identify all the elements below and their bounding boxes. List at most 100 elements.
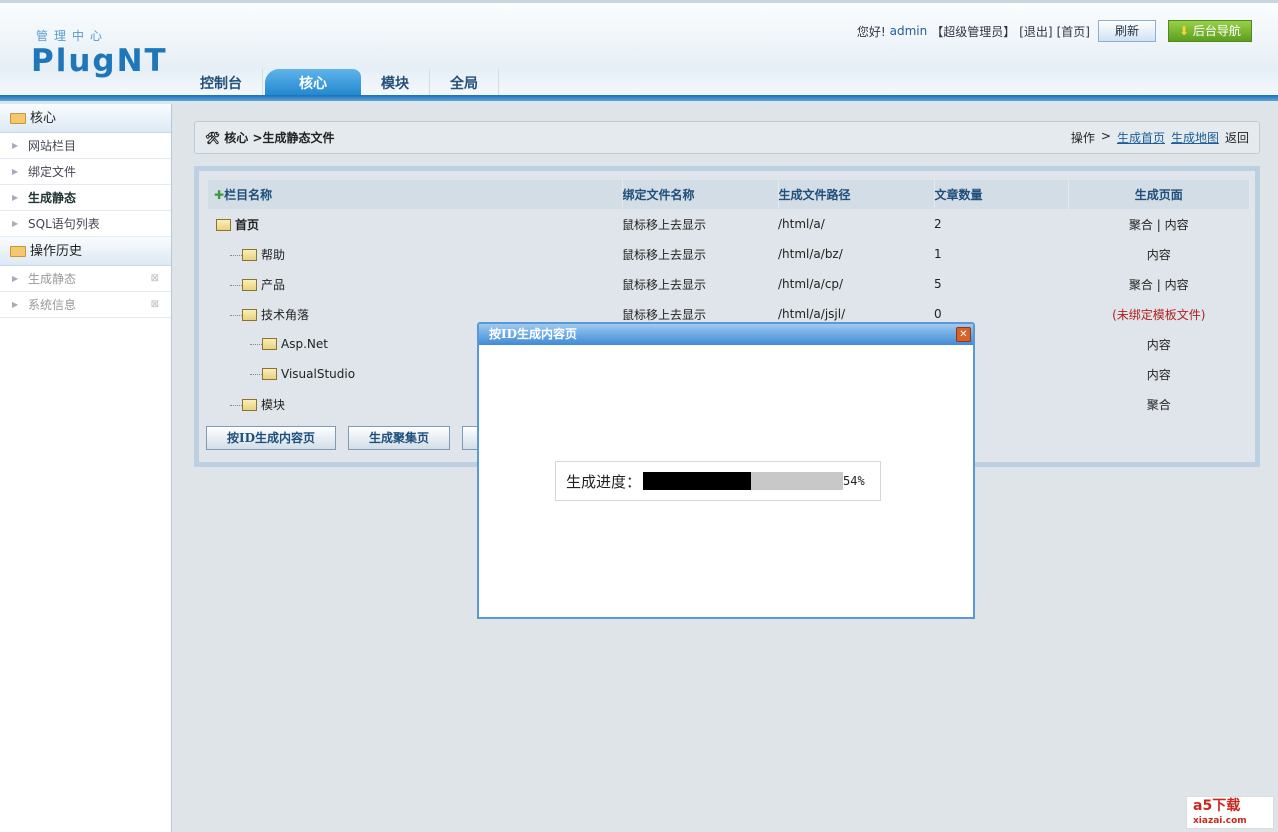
row-generate[interactable]: 聚合 | 内容 [1068, 269, 1250, 299]
action-buttons: 按ID生成内容页 生成聚集页 [206, 426, 505, 450]
row-bind: 鼠标移上去显示 [622, 247, 707, 262]
logo: PlugNT [31, 43, 168, 79]
row-count: 1 [934, 247, 942, 261]
logout-link[interactable]: [退出] [1019, 23, 1052, 40]
item-label: 绑定文件 [28, 164, 77, 179]
tools-icon: 🛠 [205, 130, 221, 145]
row-name[interactable]: 模块 [261, 398, 285, 412]
item-label: 生成静态 [28, 271, 77, 286]
ops-label: 操作 [1070, 131, 1095, 145]
backend-nav-label: 后台导航 [1192, 24, 1241, 38]
row-name[interactable]: 技术角落 [261, 308, 309, 322]
breadcrumb-sep: > [252, 130, 263, 145]
sidebar-group-core[interactable]: 核心 [0, 104, 171, 133]
row-name[interactable]: VisualStudio [281, 367, 355, 381]
progress-text: 54% [843, 474, 865, 488]
row-name[interactable]: 帮助 [261, 248, 285, 262]
item-label: 网站栏目 [28, 138, 77, 153]
col-count: 文章数量 [934, 180, 1069, 209]
generate-by-id-button[interactable]: 按ID生成内容页 [206, 426, 337, 450]
row-count: 2 [934, 217, 942, 231]
row-path: /html/a/ [778, 217, 825, 231]
arrow-icon: ▶ [12, 273, 19, 283]
arrow-icon: ▶ [12, 192, 19, 202]
folder-icon [242, 398, 257, 411]
folder-icon [242, 248, 257, 261]
home-link[interactable]: [首页] [1057, 23, 1090, 40]
row-name[interactable]: Asp.Net [281, 337, 328, 351]
sidebar-item-bind-files[interactable]: ▶ 绑定文件 [0, 159, 171, 185]
folder-icon [242, 308, 257, 321]
user-bar: 您好! admin 【超级管理员】 [退出] [首页] 刷新 ⬇ 后台导航 [857, 20, 1252, 42]
close-icon[interactable]: ⊠ [151, 266, 159, 292]
puzzle-icon: ✚ [214, 188, 225, 202]
folder-icon [262, 368, 277, 380]
tree-line [230, 254, 242, 256]
row-generate[interactable]: 聚合 | 内容 [1068, 209, 1250, 239]
col-generate: 生成页面 [1068, 180, 1250, 209]
tree-line [250, 374, 262, 375]
row-generate[interactable]: (未绑定模板文件) [1068, 299, 1250, 329]
sidebar-group-history[interactable]: 操作历史 [0, 237, 171, 266]
breadcrumb: 🛠 核心 > 生成静态文件 操作 > 生成首页 生成地图 返回 [194, 121, 1260, 154]
role: 【超级管理员】 [931, 24, 1016, 39]
table-row: 帮助 鼠标移上去显示 /html/a/bz/ 1 内容 [208, 239, 1250, 269]
history-item[interactable]: ▶ 系统信息 ⊠ [0, 292, 171, 318]
operations: 操作 > 生成首页 生成地图 返回 [1071, 129, 1249, 146]
col-path: 生成文件路径 [778, 180, 935, 209]
row-generate[interactable]: 内容 [1068, 239, 1250, 269]
tree-line [230, 404, 242, 406]
row-bind: 鼠标移上去显示 [622, 217, 707, 232]
sidebar-item-sql-list[interactable]: ▶ SQL语句列表 [0, 211, 171, 237]
header: 管理中心 PlugNT 控制台 核心 模块 全局 您好! admin 【超级管理… [0, 0, 1278, 99]
username: admin [889, 24, 928, 38]
row-name[interactable]: 首页 [235, 218, 259, 232]
dialog-title: 按ID生成内容页 [479, 324, 973, 345]
folder-open-icon [216, 218, 231, 231]
group-label: 操作历史 [30, 243, 83, 259]
tree-line [230, 284, 242, 286]
progress-box: 生成进度： 54% [555, 461, 881, 501]
greeting: 您好! [856, 24, 886, 39]
sidebar-item-generate-static[interactable]: ▶ 生成静态 [0, 185, 171, 211]
generate-aggregate-button[interactable]: 生成聚集页 [348, 426, 451, 450]
progress-bar [643, 472, 844, 490]
group-label: 核心 [30, 110, 57, 126]
progress-label: 生成进度： [566, 472, 642, 491]
logo-subtitle: 管理中心 [36, 29, 109, 43]
row-generate[interactable]: 聚合 [1068, 389, 1250, 419]
row-name[interactable]: 产品 [261, 278, 285, 292]
tree-line [250, 344, 262, 345]
folder-icon [10, 112, 26, 124]
history-folder-icon [10, 245, 26, 257]
back-link[interactable]: 返回 [1225, 129, 1249, 146]
row-path: /html/a/cp/ [778, 277, 844, 291]
breadcrumb-root: 核心 [224, 131, 249, 145]
row-generate[interactable]: 内容 [1068, 359, 1250, 389]
close-icon[interactable]: ⊠ [151, 292, 159, 318]
folder-icon [242, 278, 257, 291]
refresh-button[interactable]: 刷新 [1098, 20, 1156, 42]
item-label: 生成静态 [28, 190, 77, 205]
generate-sitemap-link[interactable]: 生成地图 [1171, 129, 1219, 146]
item-label: SQL语句列表 [28, 216, 100, 231]
history-item[interactable]: ▶ 生成静态 ⊠ [0, 266, 171, 292]
row-generate[interactable]: 内容 [1068, 329, 1250, 359]
arrow-icon: ▶ [12, 218, 19, 228]
item-label: 系统信息 [28, 297, 77, 312]
arrow-icon: ▶ [12, 166, 19, 176]
watermark-logo: a5下载 xiazai.com [1186, 796, 1274, 829]
backend-nav-button[interactable]: ⬇ 后台导航 [1168, 20, 1252, 42]
header-divider [0, 95, 1278, 101]
progress-dialog: 按ID生成内容页 ✕ 生成进度： 54% [477, 322, 975, 619]
col-bind: 绑定文件名称 [622, 180, 779, 209]
tree-line [230, 314, 242, 316]
row-count: 5 [934, 277, 942, 291]
sidebar-item-site-columns[interactable]: ▶ 网站栏目 [0, 133, 171, 159]
col-name: ✚栏目名称 [208, 180, 623, 209]
generate-home-link[interactable]: 生成首页 [1117, 129, 1165, 146]
close-icon[interactable]: ✕ [956, 327, 971, 342]
row-bind: 鼠标移上去显示 [622, 277, 707, 292]
breadcrumb-current: 生成静态文件 [262, 131, 335, 145]
table-row: 首页 鼠标移上去显示 /html/a/ 2 聚合 | 内容 [208, 209, 1250, 239]
